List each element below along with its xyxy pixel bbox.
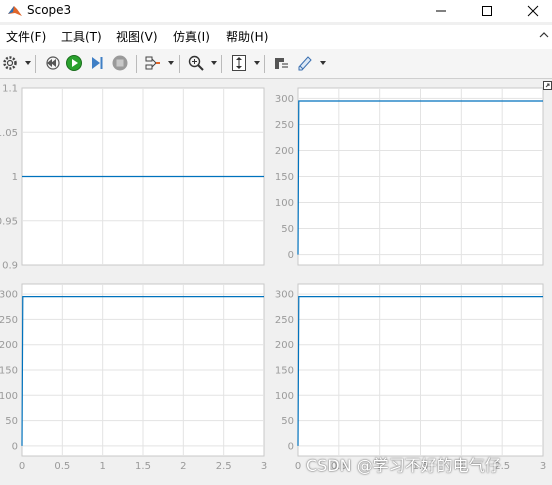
matlab-icon [8,6,22,16]
menu-simulation[interactable]: 仿真(I) [173,29,210,45]
x-tick-label: 2 [180,461,186,472]
x-tick-label: 0 [19,461,25,472]
run-icon [66,55,82,71]
highlight-block-button[interactable] [271,53,291,73]
y-tick-label: 150 [0,366,18,377]
scope-plot-area: 1.11.0510.950.93002502001501005003002502… [0,79,552,482]
y-tick-label: 1.05 [0,128,18,139]
minimize-button[interactable] [418,0,464,22]
x-tick-label: 0 [295,461,301,472]
y-tick-label: 250 [0,315,18,326]
y-tick-label: 50 [281,224,294,235]
menu-file[interactable]: 文件(F) [6,29,46,45]
x-tick-label: 2.5 [216,461,232,472]
y-tick-label: 1 [12,172,18,183]
x-tick-label: 3 [540,461,546,472]
highlight-block-icon [275,58,288,69]
toolbar-separator [221,55,222,73]
zoom-in-icon [188,55,204,71]
signal-select-icon [145,56,160,70]
draw-edit-icon [298,56,312,71]
draw-edit-button[interactable] [295,53,315,73]
autoscale-button[interactable] [229,53,249,73]
menu-help[interactable]: 帮助(H) [226,29,268,45]
menu-tools[interactable]: 工具(T) [61,29,102,45]
zoom-button[interactable] [186,53,206,73]
toolbar-separator [136,55,137,73]
stop-button[interactable] [110,53,130,73]
toolbar [0,49,552,79]
close-icon [527,5,539,17]
y-tick-label: 300 [275,290,294,301]
step-forward-button[interactable] [87,53,107,73]
stop-icon [112,55,128,71]
y-tick-label: 250 [275,315,294,326]
y-tick-label: 300 [275,94,294,105]
autoscale-icon [232,55,246,71]
close-button[interactable] [510,0,552,22]
signal-select-dropdown-icon[interactable] [168,61,174,65]
y-tick-label: 50 [5,416,18,427]
toolbar-separator [35,55,36,73]
y-tick-label: 150 [275,366,294,377]
draw-edit-dropdown-icon[interactable] [320,61,326,65]
minimize-icon [436,10,446,12]
step-forward-icon [92,57,103,69]
y-tick-label: 250 [275,120,294,131]
settings-dropdown-icon[interactable] [25,61,31,65]
title-bar: Scope3 [0,0,552,22]
settings-button[interactable] [0,53,20,73]
y-tick-label: 0 [12,441,18,452]
x-tick-label: 1.5 [135,461,151,472]
toolbar-separator [264,55,265,73]
y-tick-label: 100 [0,391,18,402]
x-tick-label: 0.5 [54,461,70,472]
y-tick-label: 0.95 [0,216,18,227]
toolbar-separator [179,55,180,73]
maximize-icon [482,6,492,16]
window-title: Scope3 [27,3,72,17]
y-tick-label: 150 [275,172,294,183]
gear-icon [3,56,17,70]
zoom-dropdown-icon[interactable] [211,61,217,65]
y-tick-label: 200 [0,340,18,351]
maximize-button[interactable] [464,0,510,22]
scope-plots[interactable]: 1.11.0510.950.93002502001501005003002502… [0,79,552,482]
y-tick-label: 0 [288,250,294,261]
collapse-icon[interactable] [537,29,551,43]
y-tick-label: 0.9 [2,261,18,272]
y-tick-label: 200 [275,340,294,351]
step-back-button[interactable] [42,53,62,73]
x-tick-label: 3 [261,461,267,472]
menu-bar: 文件(F) 工具(T) 视图(V) 仿真(I) 帮助(H) [0,25,552,49]
y-tick-label: 300 [0,290,18,301]
y-tick-label: 50 [281,416,294,427]
x-tick-label: 1 [99,461,105,472]
y-tick-label: 100 [275,391,294,402]
menu-view[interactable]: 视图(V) [116,29,158,45]
rewind-icon [46,56,60,70]
watermark-text: CSDN @学习不好的电气仔 [306,456,501,475]
y-tick-label: 100 [275,198,294,209]
signal-select-button[interactable] [143,53,163,73]
undock-icon[interactable] [543,81,552,90]
y-tick-label: 200 [275,146,294,157]
run-button[interactable] [64,53,84,73]
y-tick-label: 1.1 [2,84,18,95]
autoscale-dropdown-icon[interactable] [254,61,260,65]
y-tick-label: 0 [288,441,294,452]
